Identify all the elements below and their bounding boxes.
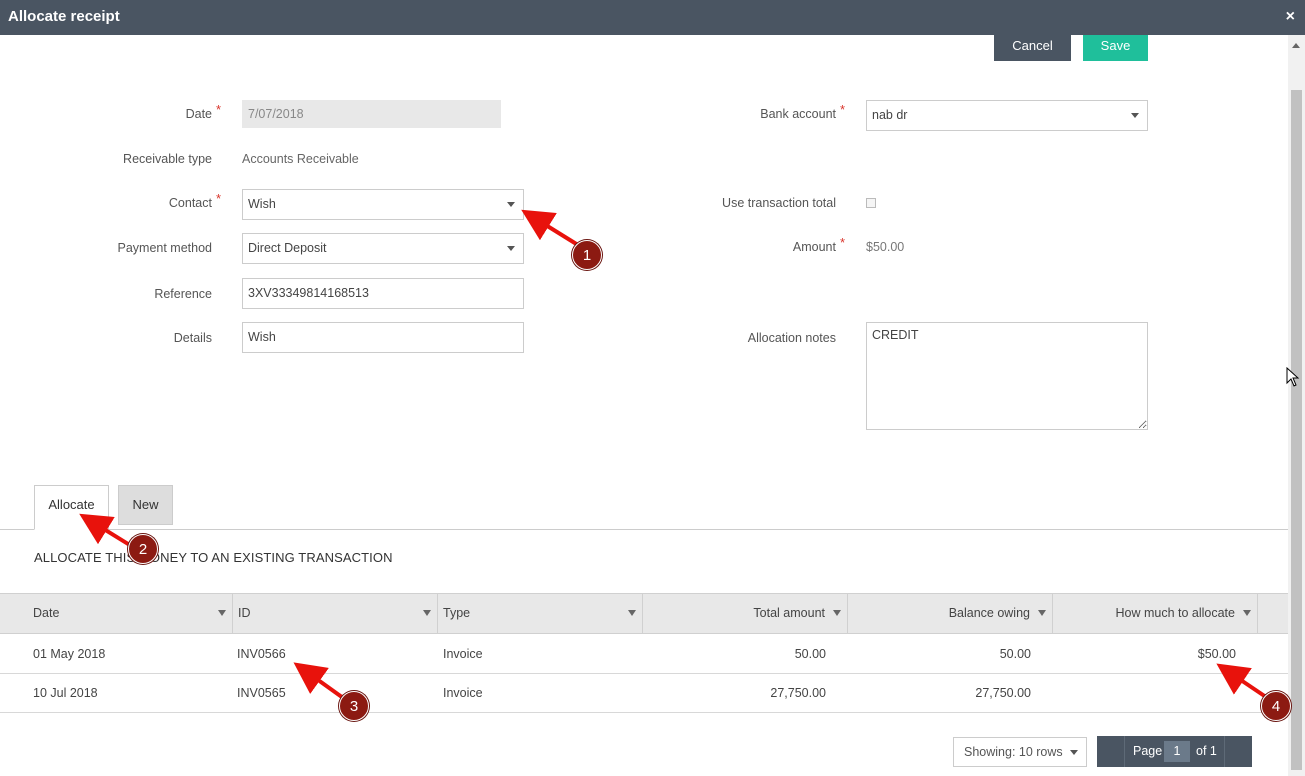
annotation-arrow bbox=[521, 209, 580, 247]
annotation-badge: 1 bbox=[572, 240, 602, 270]
annotation-arrow bbox=[1216, 663, 1268, 699]
annotation-arrows bbox=[79, 209, 1268, 702]
annotation-badge: 3 bbox=[339, 691, 369, 721]
mouse-cursor-icon bbox=[1286, 367, 1300, 387]
annotation-arrow bbox=[293, 662, 348, 702]
annotation-badge: 4 bbox=[1261, 691, 1291, 721]
annotation-arrow bbox=[79, 513, 135, 549]
annotation-badge: 2 bbox=[128, 534, 158, 564]
